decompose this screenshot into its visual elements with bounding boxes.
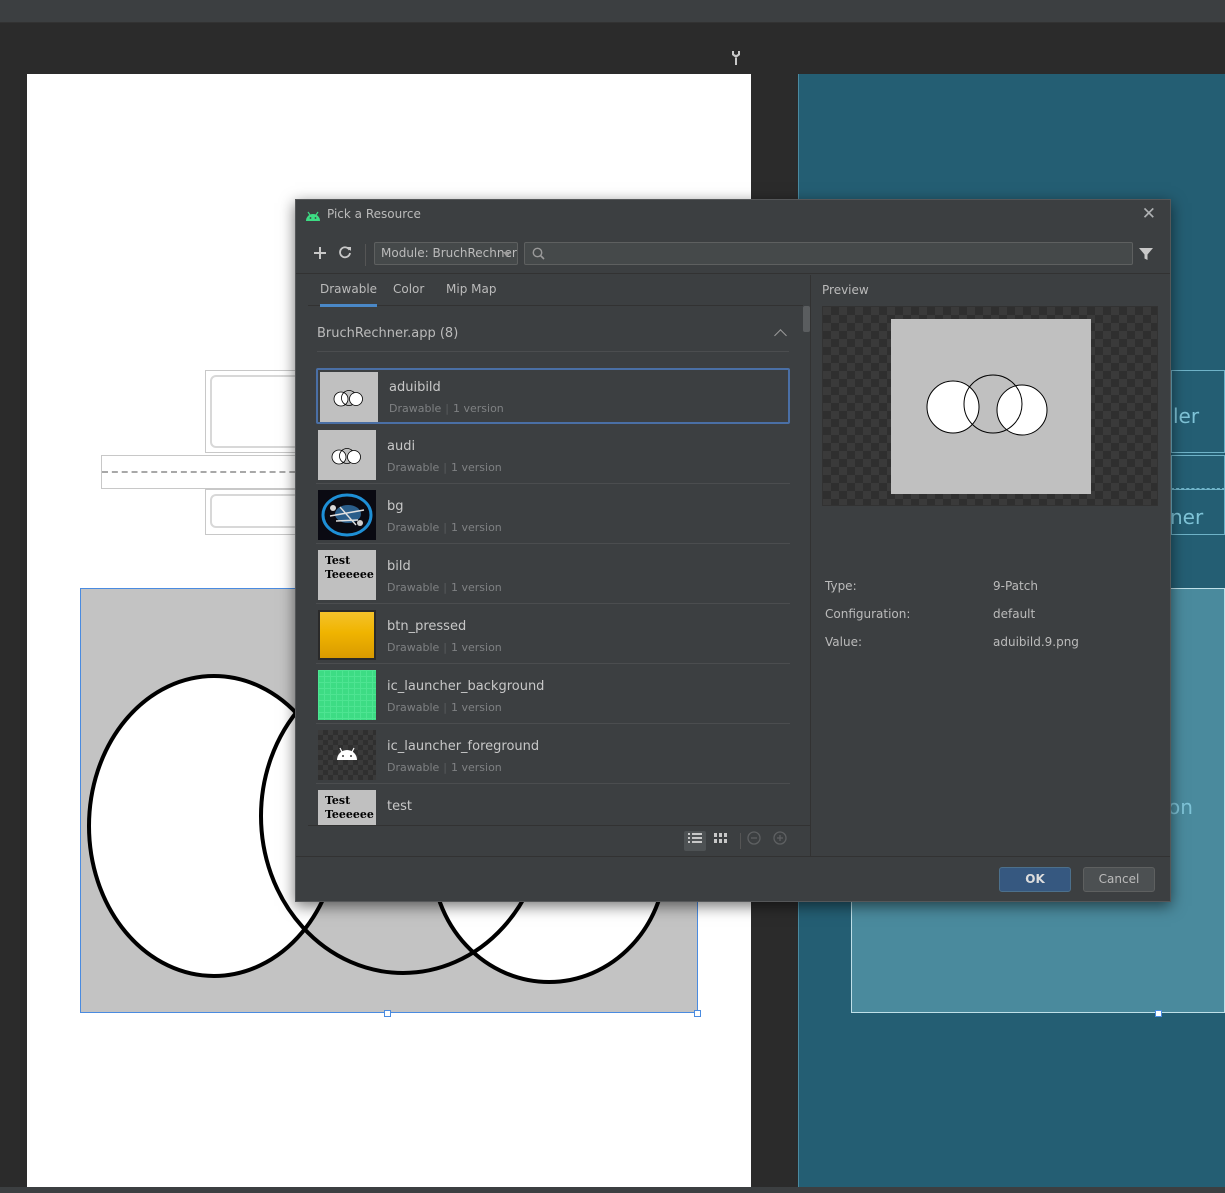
thumbnail-text: Teeeeee	[325, 808, 374, 821]
resource-name: ic_launcher_background	[387, 679, 545, 694]
resource-thumbnail	[318, 490, 376, 540]
resource-meta: Drawable | 1 version	[389, 402, 504, 415]
preview-image	[891, 319, 1091, 494]
resource-name: ic_launcher_foreground	[387, 739, 540, 754]
list-item[interactable]: btn_pressed Drawable | 1 version	[316, 608, 790, 664]
list-item[interactable]: ic_launcher_background Drawable | 1 versio…	[316, 668, 790, 724]
tab-color[interactable]: Color	[393, 282, 424, 296]
resource-meta: Drawable | 1 version	[387, 521, 502, 534]
dialog-title-bar[interactable]: Pick a Resource ✕	[296, 200, 1170, 228]
tab-drawable[interactable]: Drawable	[320, 282, 378, 307]
resource-thumbnail	[318, 670, 376, 720]
blueprint-divider[interactable]	[1171, 455, 1225, 489]
list-item[interactable]: ic_launcher_foreground Drawable | 1 versio…	[316, 728, 790, 784]
chevron-down-icon	[503, 252, 511, 257]
grid-view-icon[interactable]	[710, 831, 732, 851]
preview-pane: Preview Type: 9-Patch Configuration: def…	[812, 275, 1170, 856]
ide-top-bar	[0, 0, 1225, 23]
tab-mip-map[interactable]: Mip Map	[446, 282, 496, 296]
thumbnail-text: Test	[325, 794, 351, 807]
list-scrollbar[interactable]	[803, 306, 810, 332]
resource-list: aduibild Drawable | 1 version audi Drawabl…	[316, 368, 790, 825]
list-item[interactable]: aduibild Drawable | 1 version	[316, 368, 790, 424]
search-icon	[532, 247, 545, 263]
property-value: 9-Patch	[993, 579, 1038, 593]
design-divider[interactable]	[101, 455, 316, 489]
property-label: Type:	[825, 579, 857, 593]
thumbnail-text: Teeeeee	[325, 568, 374, 581]
resource-name: audi	[387, 439, 416, 454]
dialog-title: Pick a Resource	[327, 207, 421, 221]
module-dropdown-value: Module: BruchRechner	[381, 246, 517, 260]
pick-resource-dialog: Pick a Resource ✕ Module: BruchRechner D…	[295, 199, 1171, 902]
resource-thumbnail	[318, 430, 376, 480]
filter-icon[interactable]	[1139, 246, 1153, 265]
list-footer-toolbar	[308, 825, 811, 856]
zoom-in-icon[interactable]	[769, 831, 791, 851]
resource-name: bild	[387, 559, 411, 574]
resource-thumbnail: Test Teeeeee	[318, 790, 376, 825]
resize-handle[interactable]	[384, 1010, 391, 1017]
preview-label: Preview	[822, 283, 869, 297]
resource-name: btn_pressed	[387, 619, 467, 634]
chevron-up-icon[interactable]	[774, 329, 787, 342]
wrench-icon[interactable]	[730, 50, 744, 68]
preview-image-box	[822, 306, 1158, 506]
footer-separator	[740, 833, 741, 849]
resource-meta: Drawable | 1 version	[387, 761, 502, 774]
ok-button[interactable]: OK	[999, 867, 1071, 892]
blueprint-label: ner	[1170, 505, 1204, 529]
list-item[interactable]: Test Teeeeee test	[316, 788, 790, 825]
resource-name: aduibild	[389, 380, 441, 395]
list-view-icon[interactable]	[684, 831, 706, 851]
blueprint-label: ler	[1173, 404, 1200, 428]
resource-toolbar: Module: BruchRechner	[296, 238, 1170, 274]
resize-handle[interactable]	[694, 1010, 701, 1017]
resource-thumbnail: Test Teeeeee	[318, 550, 376, 600]
thumbnail-text: Test	[325, 554, 351, 567]
property-label: Value:	[825, 635, 862, 649]
plus-icon[interactable]	[310, 244, 330, 264]
resize-handle[interactable]	[1155, 1010, 1162, 1017]
resource-thumbnail	[318, 730, 376, 780]
resource-type-tabs: Drawable Color Mip Map	[308, 275, 803, 307]
refresh-icon[interactable]	[335, 244, 355, 264]
android-icon	[305, 207, 321, 226]
resource-name: test	[387, 799, 412, 814]
resource-meta: Drawable | 1 version	[387, 641, 502, 654]
resource-meta: Drawable | 1 version	[387, 701, 502, 714]
resource-group-header[interactable]: BruchRechner.app (8)	[317, 326, 789, 352]
group-header-label: BruchRechner.app (8)	[317, 326, 459, 341]
list-item[interactable]: bg Drawable | 1 version	[316, 488, 790, 544]
close-icon[interactable]: ✕	[1142, 204, 1156, 224]
property-label: Configuration:	[825, 607, 911, 621]
search-input[interactable]	[524, 242, 1133, 265]
zoom-out-icon[interactable]	[743, 831, 765, 851]
list-item[interactable]: audi Drawable | 1 version	[316, 428, 790, 484]
resource-thumbnail	[318, 610, 376, 660]
resource-list-pane: Drawable Color Mip Map BruchRechner.app …	[296, 275, 811, 856]
property-value: aduibild.9.png	[993, 635, 1079, 649]
toolbar-separator	[365, 244, 366, 266]
resource-meta: Drawable | 1 version	[387, 461, 502, 474]
blueprint-label: on	[1168, 795, 1193, 819]
list-item[interactable]: Test Teeeeee bild Drawable | 1 version	[316, 548, 790, 604]
cancel-button[interactable]: Cancel	[1083, 867, 1155, 892]
resource-meta: Drawable | 1 version	[387, 581, 502, 594]
module-dropdown[interactable]: Module: BruchRechner	[374, 242, 518, 265]
resource-name: bg	[387, 499, 404, 514]
property-value: default	[993, 607, 1036, 621]
dialog-footer: OK Cancel	[296, 856, 1170, 901]
resource-thumbnail	[320, 372, 378, 422]
ide-bottom-bar	[0, 1187, 1225, 1193]
